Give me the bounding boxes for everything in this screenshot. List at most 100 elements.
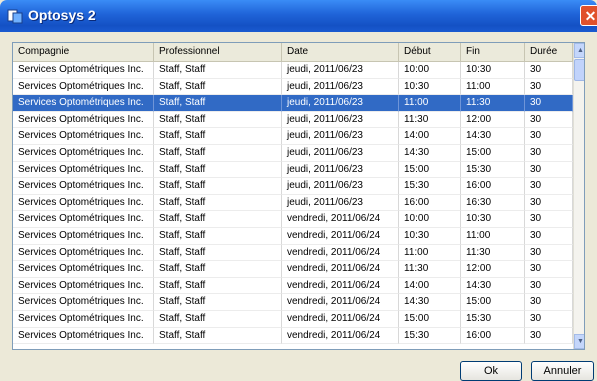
table-row[interactable]: Services Optométriques Inc. Staff, Staff v… [13,227,573,245]
table-row[interactable]: Services Optométriques Inc. Staff, Staff j… [13,161,573,179]
table-cell: Staff, Staff [154,194,282,212]
table-row[interactable]: Services Optométriques Inc. Staff, Staff v… [13,310,573,328]
table-cell: Services Optométriques Inc. [13,95,154,112]
scroll-down-icon[interactable]: ▼ [574,334,584,349]
table-cell: 15:00 [399,161,461,179]
cancel-button[interactable]: Annuler [531,361,594,381]
table-cell: Services Optométriques Inc. [13,178,154,195]
table-cell: 30 [525,310,573,328]
table-cell: jeudi, 2011/06/23 [282,128,399,145]
table-row[interactable]: Services Optométriques Inc. Staff, Staff j… [13,128,573,145]
table-cell: Staff, Staff [154,227,282,245]
table-cell: 11:30 [399,111,461,129]
table-cell: Staff, Staff [154,62,282,79]
table-cell: 12:00 [461,111,525,129]
column-header[interactable]: Fin [461,43,525,61]
title-bar[interactable]: Optosys 2 ✕ [0,0,597,32]
close-button[interactable]: ✕ [580,5,597,26]
table-cell: 11:30 [399,261,461,278]
table-cell: Services Optométriques Inc. [13,244,154,262]
table-cell: 15:30 [399,178,461,195]
table-cell: Services Optométriques Inc. [13,194,154,212]
table-cell: 14:30 [399,144,461,162]
table-cell: 30 [525,78,573,96]
table-cell: 16:30 [461,194,525,212]
table-cell: Services Optométriques Inc. [13,161,154,179]
table-cell: 15:00 [461,294,525,311]
table-cell: 12:00 [461,261,525,278]
table-row[interactable]: Services Optométriques Inc. Staff, Staff v… [13,244,573,262]
table-cell: vendredi, 2011/06/24 [282,227,399,245]
table-row[interactable]: Services Optométriques Inc. Staff, Staff v… [13,211,573,228]
table-cell: 16:00 [461,327,525,345]
table-cell: vendredi, 2011/06/24 [282,244,399,262]
table-cell: 14:00 [399,128,461,145]
table-cell: Services Optométriques Inc. [13,294,154,311]
table-cell: 30 [525,327,573,345]
table-cell: Services Optométriques Inc. [13,327,154,345]
table-row[interactable]: Services Optométriques Inc. Staff, Staff j… [13,111,573,129]
table-cell: 30 [525,294,573,311]
app-icon [7,9,23,24]
table-cell: Services Optométriques Inc. [13,261,154,278]
table-cell: jeudi, 2011/06/23 [282,111,399,129]
table-row[interactable]: Services Optométriques Inc. Staff, Staff j… [13,144,573,162]
column-header[interactable]: Professionnel [154,43,282,61]
table-cell: Staff, Staff [154,277,282,295]
table-cell: Services Optométriques Inc. [13,128,154,145]
table-cell: 14:00 [399,277,461,295]
table-cell: 11:00 [399,244,461,262]
table-cell: Staff, Staff [154,161,282,179]
table-row[interactable]: Services Optométriques Inc. Staff, Staff j… [13,178,573,195]
table-cell: 15:30 [461,310,525,328]
vertical-scrollbar[interactable]: ▲ ▼ [573,43,584,349]
column-header[interactable]: Compagnie [13,43,154,61]
column-header[interactable]: Durée [525,43,573,61]
table-row[interactable]: Services Optométriques Inc. Staff, Staff v… [13,294,573,311]
table-cell: 10:00 [399,62,461,79]
table-cell: 16:00 [399,194,461,212]
table-cell: 30 [525,261,573,278]
table-cell: 10:30 [399,227,461,245]
table-cell: Services Optométriques Inc. [13,310,154,328]
table-cell: vendredi, 2011/06/24 [282,277,399,295]
table-cell: 30 [525,144,573,162]
table-cell: 11:00 [399,95,461,112]
table-cell: Services Optométriques Inc. [13,277,154,295]
window-title: Optosys 2 [28,7,96,23]
table-cell: vendredi, 2011/06/24 [282,294,399,311]
ok-button[interactable]: Ok [460,361,522,381]
table-cell: 30 [525,128,573,145]
table-cell: 15:30 [461,161,525,179]
table-cell: jeudi, 2011/06/23 [282,194,399,212]
table-cell: jeudi, 2011/06/23 [282,78,399,96]
table-row[interactable]: Services Optométriques Inc. Staff, Staff j… [13,62,573,79]
table-cell: 11:00 [461,227,525,245]
table-row[interactable]: Services Optométriques Inc. Staff, Staff v… [13,261,573,278]
table-cell: 11:30 [461,244,525,262]
table-row[interactable]: Services Optométriques Inc. Staff, Staff j… [13,194,573,212]
table-cell: Staff, Staff [154,261,282,278]
table-cell: 30 [525,95,573,112]
appointments-table[interactable]: Compagnie Professionnel Date Début Fin D… [12,42,585,350]
table-cell: Staff, Staff [154,78,282,96]
table-row[interactable]: Services Optométriques Inc. Staff, Staff j… [13,78,573,96]
table-cell: 14:30 [399,294,461,311]
table-cell: vendredi, 2011/06/24 [282,211,399,228]
table-cell: Staff, Staff [154,294,282,311]
table-cell: 30 [525,277,573,295]
table-row[interactable]: Services Optométriques Inc. Staff, Staff v… [13,277,573,295]
table-row[interactable]: Services Optométriques Inc. Staff, Staff j… [13,95,573,112]
column-header[interactable]: Date [282,43,399,61]
scrollbar-thumb[interactable] [574,59,584,81]
table-cell: Services Optométriques Inc. [13,144,154,162]
table-cell: 30 [525,111,573,129]
column-header[interactable]: Début [399,43,461,61]
table-body: Services Optométriques Inc. Staff, Staff j… [13,62,573,345]
scroll-up-icon[interactable]: ▲ [574,43,584,58]
table-cell: 30 [525,62,573,79]
table-row[interactable]: Services Optométriques Inc. Staff, Staff v… [13,327,573,345]
table-cell: 30 [525,161,573,179]
table-cell: 15:30 [399,327,461,345]
table-cell: Staff, Staff [154,178,282,195]
